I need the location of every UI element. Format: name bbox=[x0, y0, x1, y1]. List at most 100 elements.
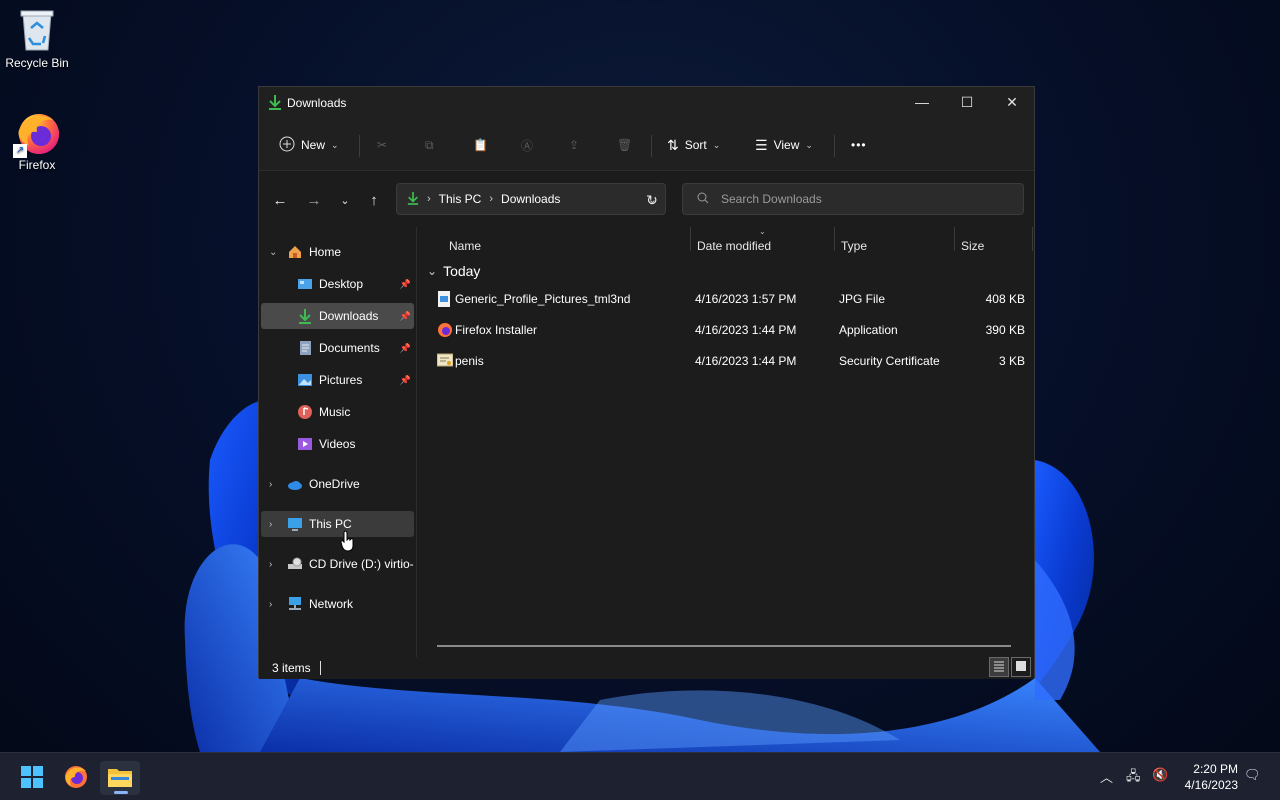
table-row[interactable]: penis 4/16/2023 1:44 PM Security Certifi… bbox=[433, 347, 1033, 375]
chevron-right-icon[interactable]: › bbox=[269, 559, 272, 570]
nav-item-network[interactable]: › Network bbox=[261, 591, 414, 617]
clock[interactable]: 2:20 PM 4/16/2023 bbox=[1182, 761, 1238, 793]
firefox-icon bbox=[64, 765, 88, 792]
breadcrumb-downloads[interactable]: Downloads bbox=[501, 192, 560, 206]
nav-item-pictures[interactable]: Pictures 📌 bbox=[261, 367, 414, 393]
maximize-button[interactable]: ☐ bbox=[944, 87, 990, 117]
up-button[interactable]: ↑ bbox=[363, 189, 385, 211]
column-header-date[interactable]: Date modified bbox=[697, 239, 771, 253]
pin-icon: 📌 bbox=[399, 278, 411, 289]
folder-icon bbox=[108, 767, 132, 790]
nav-item-cd-drive[interactable]: › CD Drive (D:) virtio- bbox=[261, 551, 414, 577]
rename-button[interactable]: Ⓐ bbox=[521, 131, 533, 159]
jpg-file-icon bbox=[437, 291, 451, 307]
nav-item-videos[interactable]: Videos bbox=[261, 431, 414, 457]
refresh-button[interactable]: ↻ bbox=[641, 189, 663, 211]
nav-item-music[interactable]: Music bbox=[261, 399, 414, 425]
new-button[interactable]: New ⌄ bbox=[279, 131, 339, 159]
nav-item-onedrive[interactable]: › OneDrive bbox=[261, 471, 414, 497]
more-options-button[interactable]: ••• bbox=[851, 131, 867, 159]
navigation-pane: ⌄ Home Desktop 📌 Downloads 📌 Documents 📌… bbox=[259, 227, 417, 657]
taskbar-file-explorer[interactable] bbox=[100, 761, 140, 795]
chevron-right-icon[interactable]: › bbox=[269, 599, 272, 610]
search-input[interactable]: Search Downloads bbox=[682, 183, 1024, 215]
nav-item-this-pc[interactable]: › This PC bbox=[261, 511, 414, 537]
column-divider[interactable] bbox=[690, 227, 691, 251]
large-icons-view-icon bbox=[1015, 660, 1027, 675]
details-view-button[interactable] bbox=[989, 657, 1009, 677]
divider bbox=[359, 135, 360, 157]
copy-button[interactable]: ⧉ bbox=[425, 131, 434, 159]
address-bar[interactable]: › This PC › Downloads ⌄ bbox=[396, 183, 666, 215]
breadcrumb-separator-icon: › bbox=[427, 193, 431, 205]
music-icon bbox=[297, 404, 313, 420]
breadcrumb-this-pc[interactable]: This PC bbox=[439, 192, 482, 206]
arrow-left-icon: ← bbox=[272, 191, 288, 209]
file-type: Security Certificate bbox=[839, 354, 940, 368]
desktop-icon-firefox[interactable]: ↗ Firefox bbox=[0, 110, 74, 172]
share-button[interactable]: ⇪ bbox=[569, 131, 579, 159]
column-divider[interactable] bbox=[1032, 227, 1033, 251]
pictures-icon bbox=[297, 372, 313, 388]
chevron-right-icon[interactable]: › bbox=[269, 519, 272, 530]
certificate-icon bbox=[436, 353, 454, 369]
nav-item-label: Network bbox=[309, 597, 354, 611]
nav-item-desktop[interactable]: Desktop 📌 bbox=[261, 271, 414, 297]
status-bar: 3 items bbox=[259, 657, 1034, 679]
horizontal-scrollbar[interactable] bbox=[437, 645, 1011, 647]
nav-item-home[interactable]: ⌄ Home bbox=[261, 239, 414, 265]
pin-icon: 📌 bbox=[399, 310, 411, 321]
recent-locations-button[interactable]: ⌄ bbox=[334, 189, 356, 211]
nav-item-documents[interactable]: Documents 📌 bbox=[261, 335, 414, 361]
status-divider bbox=[320, 661, 321, 675]
network-icon bbox=[287, 596, 303, 612]
column-header-name[interactable]: Name bbox=[449, 239, 481, 253]
column-header-size[interactable]: Size bbox=[961, 239, 984, 253]
nav-item-downloads[interactable]: Downloads 📌 bbox=[261, 303, 414, 329]
view-label: View bbox=[773, 138, 800, 152]
column-divider[interactable] bbox=[834, 227, 835, 251]
notifications-icon[interactable]: 🗨 bbox=[1244, 767, 1261, 783]
large-icons-view-button[interactable] bbox=[1011, 657, 1031, 677]
divider bbox=[834, 135, 835, 157]
arrow-up-icon: ↑ bbox=[370, 191, 378, 209]
column-divider[interactable] bbox=[954, 227, 955, 251]
chevron-down-icon: ⌄ bbox=[427, 264, 438, 278]
sort-icon: ⇅ bbox=[667, 136, 679, 153]
chevron-down-icon: ⌄ bbox=[331, 139, 339, 150]
cut-button[interactable]: ✂ bbox=[377, 131, 387, 159]
table-row[interactable]: Firefox Installer 4/16/2023 1:44 PM Appl… bbox=[433, 316, 1033, 344]
sort-button[interactable]: ⇅ Sort ⌄ bbox=[667, 131, 720, 159]
network-status-icon[interactable]: 🖧 bbox=[1126, 767, 1141, 789]
window-title: Downloads bbox=[287, 96, 347, 110]
title-bar[interactable]: Downloads — ☐ ✕ bbox=[259, 87, 1034, 117]
column-header-type[interactable]: Type bbox=[841, 239, 867, 253]
back-button[interactable]: ← bbox=[269, 189, 291, 211]
show-hidden-icons-button[interactable]: ︿ bbox=[1100, 767, 1113, 786]
file-date: 4/16/2023 1:44 PM bbox=[695, 354, 797, 368]
desktop-icon-recycle-bin[interactable]: Recycle Bin bbox=[0, 8, 74, 70]
volume-muted-icon[interactable]: 🔇 bbox=[1152, 767, 1168, 783]
close-button[interactable]: ✕ bbox=[989, 87, 1035, 117]
nav-item-label: Desktop bbox=[319, 277, 364, 291]
paste-button[interactable]: 📋 bbox=[473, 131, 488, 159]
chevron-right-icon[interactable]: › bbox=[269, 479, 272, 490]
table-row[interactable]: Generic_Profile_Pictures_tml3nd 4/16/202… bbox=[433, 285, 1033, 313]
desktop-folder-icon bbox=[297, 276, 313, 292]
videos-icon bbox=[297, 436, 313, 452]
home-icon bbox=[287, 244, 303, 260]
view-button[interactable]: ☰ View ⌄ bbox=[755, 131, 813, 159]
delete-button[interactable]: 🗑 bbox=[617, 131, 632, 159]
chevron-down-icon[interactable]: ⌄ bbox=[269, 247, 277, 258]
nav-item-label: Music bbox=[319, 405, 351, 419]
minimize-button[interactable]: — bbox=[899, 87, 945, 117]
onedrive-icon bbox=[287, 476, 303, 492]
taskbar-firefox[interactable] bbox=[56, 761, 96, 795]
chevron-down-icon: ⌄ bbox=[805, 139, 813, 150]
forward-button[interactable]: → bbox=[303, 189, 325, 211]
documents-icon bbox=[297, 340, 313, 356]
start-button[interactable] bbox=[12, 761, 52, 795]
rename-icon: Ⓐ bbox=[521, 138, 534, 153]
address-row: ← → ⌄ ↑ › This PC › Downloads ⌄ ↻ Search… bbox=[259, 171, 1034, 227]
group-header-today[interactable]: ⌄ Today bbox=[427, 263, 480, 279]
